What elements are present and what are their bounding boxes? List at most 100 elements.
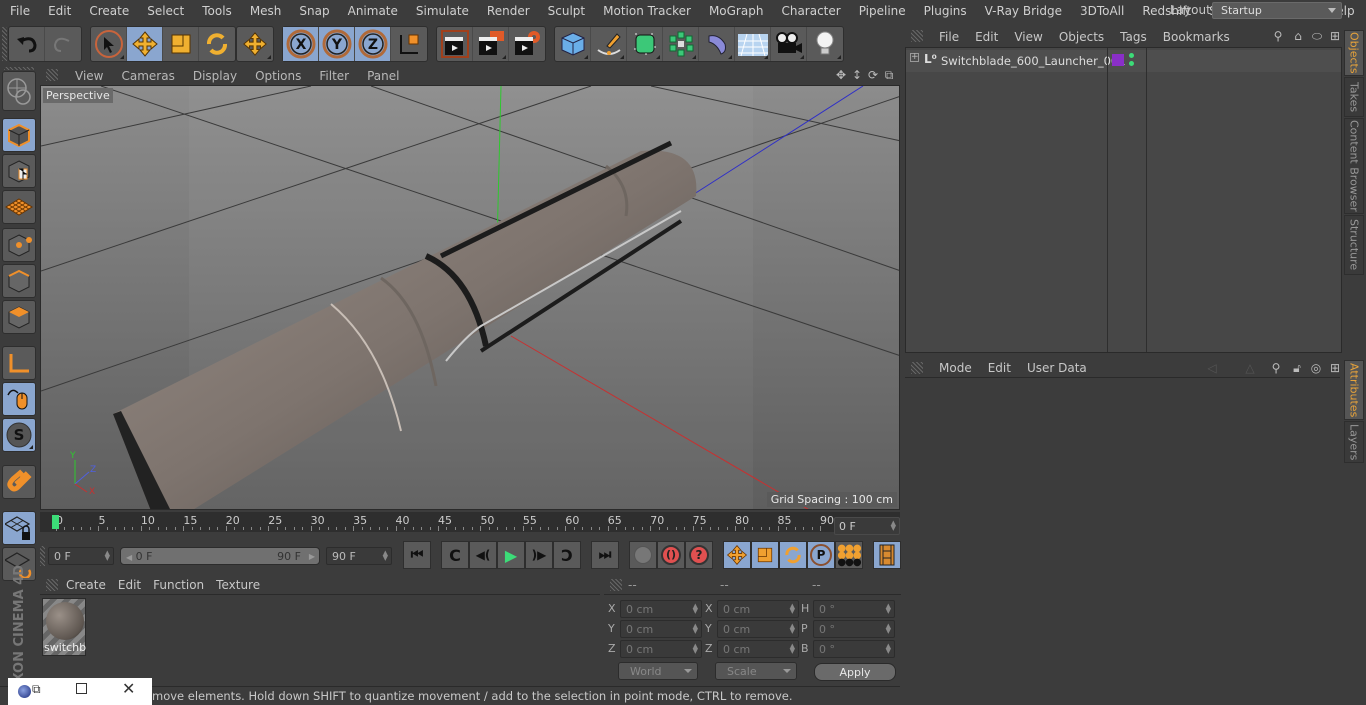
- previous-frame-button[interactable]: ◀(: [469, 541, 497, 569]
- viewport-menu-cameras[interactable]: Cameras: [112, 69, 183, 83]
- attribute-grip[interactable]: [911, 362, 923, 374]
- live-selection-button[interactable]: [91, 27, 127, 61]
- menu-tools[interactable]: Tools: [192, 4, 240, 18]
- range-left-arrow-icon[interactable]: ◀: [126, 553, 132, 562]
- editor-visibility-dot[interactable]: [1129, 53, 1134, 58]
- attribute-menu-mode[interactable]: Mode: [931, 361, 980, 375]
- model-mode-button[interactable]: [2, 118, 36, 152]
- target-icon[interactable]: ◎: [1309, 361, 1323, 375]
- coordinates-grip[interactable]: [610, 579, 622, 591]
- tab-layers[interactable]: Layers: [1344, 421, 1364, 463]
- up-arrow-icon[interactable]: △: [1243, 361, 1257, 375]
- viewport-menu-display[interactable]: Display: [184, 69, 246, 83]
- material-swatch[interactable]: switchb: [42, 598, 86, 656]
- timeline-ruler[interactable]: 0 5 10 15 20 25 30 35 40 45 50 55 60 65 70 75 80 85 90: [40, 512, 900, 532]
- coord-size-field[interactable]: 0 cm ▲ ▼: [717, 600, 799, 618]
- menu-create[interactable]: Create: [79, 4, 137, 18]
- coord-position-field[interactable]: 0 cm ▲ ▼: [620, 620, 702, 638]
- viewport-menu-panel[interactable]: Panel: [358, 69, 408, 83]
- tab-structure[interactable]: Structure: [1344, 215, 1364, 275]
- workplane-lock-button[interactable]: [2, 511, 36, 545]
- z-axis-button[interactable]: Z: [355, 27, 391, 61]
- start-frame-field[interactable]: 0 F ▲ ▼: [48, 547, 114, 565]
- y-axis-button[interactable]: Y: [319, 27, 355, 61]
- object-grip[interactable]: [911, 30, 923, 42]
- material-grip[interactable]: [46, 579, 58, 591]
- next-frame-button[interactable]: )▶: [525, 541, 553, 569]
- restore-icon[interactable]: ⧉: [32, 682, 41, 697]
- deformer-button[interactable]: [699, 27, 735, 61]
- toolbar-grip[interactable]: [2, 27, 7, 61]
- texture-mode-button[interactable]: [2, 154, 36, 188]
- object-menu-view[interactable]: View: [1006, 30, 1050, 44]
- subdivision-button[interactable]: [627, 27, 663, 61]
- toggle-view-icon[interactable]: ⧉: [882, 68, 896, 82]
- maximize-icon[interactable]: [76, 683, 87, 694]
- redo-button[interactable]: [45, 27, 81, 61]
- spinner-icon[interactable]: ▲ ▼: [886, 603, 891, 615]
- frame-range-slider[interactable]: ◀ 0 F 90 F ▶: [120, 547, 320, 565]
- scale-button[interactable]: [163, 27, 199, 61]
- object-menu-file[interactable]: File: [931, 30, 967, 44]
- coord-mode-select[interactable]: World: [618, 662, 698, 680]
- menu-plugins[interactable]: Plugins: [914, 4, 975, 18]
- menu-motion-tracker[interactable]: Motion Tracker: [593, 4, 699, 18]
- menu-character[interactable]: Character: [771, 4, 848, 18]
- workplane-button[interactable]: [2, 190, 36, 224]
- material-menu-texture[interactable]: Texture: [216, 578, 268, 592]
- x-axis-button[interactable]: X: [283, 27, 319, 61]
- tab-takes[interactable]: Takes: [1344, 77, 1364, 117]
- menu-3dtoall[interactable]: 3DToAll: [1070, 4, 1132, 18]
- key-pla-button[interactable]: ●●● ●●● ●●●: [835, 541, 863, 569]
- transform-button[interactable]: [237, 27, 273, 61]
- spinner-icon[interactable]: ▲ ▼: [790, 603, 795, 615]
- spinner-icon[interactable]: ▲ ▼: [886, 643, 891, 655]
- attribute-menu-edit[interactable]: Edit: [980, 361, 1019, 375]
- menu-select[interactable]: Select: [137, 4, 192, 18]
- key-position-button[interactable]: [723, 541, 751, 569]
- move-button[interactable]: [127, 27, 163, 61]
- tab-objects[interactable]: Objects: [1344, 30, 1364, 76]
- axis-mode-button[interactable]: [2, 346, 36, 380]
- tab-content-browser[interactable]: Content Browser: [1344, 118, 1364, 214]
- render-settings-button[interactable]: [509, 27, 545, 61]
- coord-rotation-field[interactable]: 0 ° ▲ ▼: [813, 600, 895, 618]
- viewport-menu-options[interactable]: Options: [246, 69, 310, 83]
- menu-simulate[interactable]: Simulate: [406, 4, 477, 18]
- rotate-button[interactable]: [199, 27, 235, 61]
- menu-snap[interactable]: Snap: [289, 4, 337, 18]
- viewport-grip[interactable]: [46, 69, 58, 81]
- edges-mode-button[interactable]: [2, 264, 36, 298]
- layer-color-swatch[interactable]: [1112, 54, 1124, 66]
- object-name[interactable]: Switchblade_600_Launcher_001: [941, 54, 1126, 68]
- polygons-mode-button[interactable]: [2, 300, 36, 334]
- apply-button[interactable]: Apply: [814, 663, 896, 681]
- key-scale-button[interactable]: [751, 541, 779, 569]
- record-keys-button[interactable]: [629, 541, 657, 569]
- coord-size-field[interactable]: 0 cm ▲ ▼: [717, 640, 799, 658]
- undo-button[interactable]: [9, 27, 45, 61]
- next-key-button[interactable]: Ɔ: [553, 541, 581, 569]
- expand-icon[interactable]: +: [910, 53, 919, 62]
- dolly-view-icon[interactable]: ↕: [850, 68, 864, 82]
- make-editable-button[interactable]: [2, 71, 36, 111]
- menu-mograph[interactable]: MoGraph: [699, 4, 772, 18]
- camera-label[interactable]: Perspective: [43, 88, 113, 103]
- object-menu-tags[interactable]: Tags: [1112, 30, 1155, 44]
- layout-select[interactable]: Startup: [1212, 2, 1342, 19]
- spinner-icon[interactable]: ▲ ▼: [693, 643, 698, 655]
- go-to-start-button[interactable]: ⏮: [403, 541, 431, 569]
- menu-mesh[interactable]: Mesh: [240, 4, 290, 18]
- menu-animate[interactable]: Animate: [338, 4, 406, 18]
- menu-edit[interactable]: Edit: [38, 4, 79, 18]
- range-right-arrow-icon[interactable]: ▶: [309, 550, 315, 563]
- coord-type-select[interactable]: Scale: [715, 662, 797, 680]
- layer-filter-icon[interactable]: ⬭: [1310, 29, 1324, 43]
- tweak-mode-button[interactable]: [2, 382, 36, 416]
- material-menu-function[interactable]: Function: [153, 578, 212, 592]
- search-icon[interactable]: ⚲: [1269, 361, 1283, 375]
- rotate-view-icon[interactable]: ⟳: [866, 68, 880, 82]
- pan-view-icon[interactable]: ✥: [834, 68, 848, 82]
- previous-key-button[interactable]: C: [441, 541, 469, 569]
- spinner-icon[interactable]: ▲ ▼: [693, 623, 698, 635]
